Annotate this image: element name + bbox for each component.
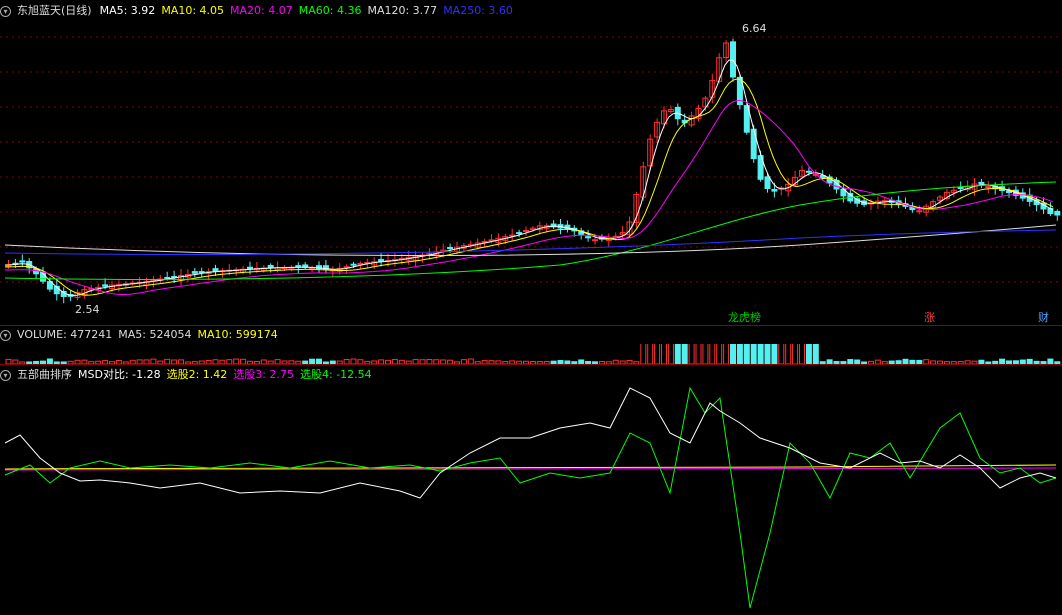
panel-divider [0,364,1062,365]
candle-body [750,128,757,160]
candle-body [212,268,219,272]
panel-divider [0,325,1062,326]
candle-body [247,266,253,270]
tag-longhubang[interactable]: 龙虎榜 [726,311,763,325]
volume-bar [771,344,778,364]
volume-bar [716,344,723,364]
ma-legend-item: MA5: 3.92 [99,4,156,17]
volume-bar [702,344,709,364]
candle-body [19,260,26,263]
volume-ma5: MA5: 524054 [118,328,192,341]
volume-bar [757,344,764,364]
indicator-legend-item: 选股3: 2.75 [233,368,295,381]
candle-body [102,284,109,287]
ma250-line [4,229,1057,256]
ma5-line [4,59,1054,297]
indicator-header: ▾ 五部曲排序 MSD对比: -1.28 选股2: 1.42 选股3: 2.75 选股4:… [0,367,384,383]
volume-bar [743,344,750,364]
candle-body [357,262,364,265]
toggle-icon[interactable]: ▾ [0,5,11,17]
volume-bar [688,344,695,364]
volume-bar [661,344,667,364]
volume-bar [667,344,674,364]
candle-body [771,189,778,192]
volume-header: ▾ VOLUME: 477241 MA5: 524054 MA10: 599174 [0,327,284,343]
candlestick-chart[interactable] [0,20,1062,325]
indicator-line-msd [4,387,1057,499]
tag-cai[interactable]: 财 [1036,311,1051,325]
volume-bar [750,344,757,364]
ma-legend: MA5: 3.92 MA10: 4.05 MA20: 4.07 MA60: 4.36 M… [100,4,519,17]
candle-body [516,232,523,235]
toggle-icon[interactable]: ▾ [0,369,11,381]
candle-body [805,170,812,173]
indicator-legend-item: MSD对比: -1.28 [78,368,161,381]
volume-bar [764,344,771,364]
volume-bar [681,344,688,364]
candle-body [916,210,923,213]
volume-bar [792,344,799,364]
candle-body [267,264,274,269]
ma20-line [5,100,1054,295]
volume-bar [654,344,661,364]
ma-legend-item: MA250: 3.60 [443,4,513,17]
volume-bar [799,344,805,364]
indicator-chart[interactable] [0,383,1062,615]
ma-legend-item: MA120: 3.77 [367,4,438,17]
ma-legend-item: MA60: 4.36 [298,4,362,17]
ma-legend-item: MA20: 4.07 [230,4,293,17]
volume-bar [730,344,736,364]
stock-title: 东旭蓝天(日线) [17,4,92,17]
candle-body [309,267,316,270]
volume-bar [785,344,792,364]
candle-body [350,263,357,266]
indicator-line-4 [4,386,1057,609]
toggle-icon[interactable]: ▾ [0,329,11,341]
low-price-label: 2.54 [75,303,100,316]
candle-body [198,271,205,274]
high-price-label: 6.64 [742,22,767,35]
main-header: ▾ 东旭蓝天(日线) MA5: 3.92 MA10: 4.05 MA20: 4.07 MA… [0,3,525,19]
candle-body [1054,210,1061,216]
candle-body [957,186,964,189]
volume-ma10: MA10: 599174 [197,328,278,341]
volume-bar [674,344,681,364]
volume-bar [640,344,647,364]
volume-bar [647,344,654,364]
tag-zhang[interactable]: 涨 [922,311,937,325]
indicator-title: 五部曲排序 [17,368,72,381]
candle-body [523,230,529,232]
volume-bar [805,344,812,364]
candle-body [985,186,992,189]
candle-body [191,271,198,274]
candle-body [378,259,385,262]
candle-body [764,176,771,189]
volume-bar [695,344,702,364]
volume-bar [736,344,743,364]
candle-body [585,236,592,239]
volume-bar [778,344,785,364]
volume-chart[interactable] [0,344,1062,364]
ma10-line [4,78,1054,296]
candle-body [730,41,736,78]
volume-bar [709,344,716,364]
volume-bar [723,344,730,364]
indicator-legend-item: 选股4: -12.54 [300,368,372,381]
ma-legend-item: MA10: 4.05 [161,4,225,17]
indicator-legend: MSD对比: -1.28 选股2: 1.42 选股3: 2.75 选股4: -12.5… [78,368,378,381]
volume-bar [812,344,819,364]
candle-body [447,246,454,250]
candle-body [978,181,985,185]
volume-title: VOLUME: 477241 [17,328,113,341]
candle-body [592,239,598,242]
indicator-legend-item: 选股2: 1.42 [166,368,228,381]
